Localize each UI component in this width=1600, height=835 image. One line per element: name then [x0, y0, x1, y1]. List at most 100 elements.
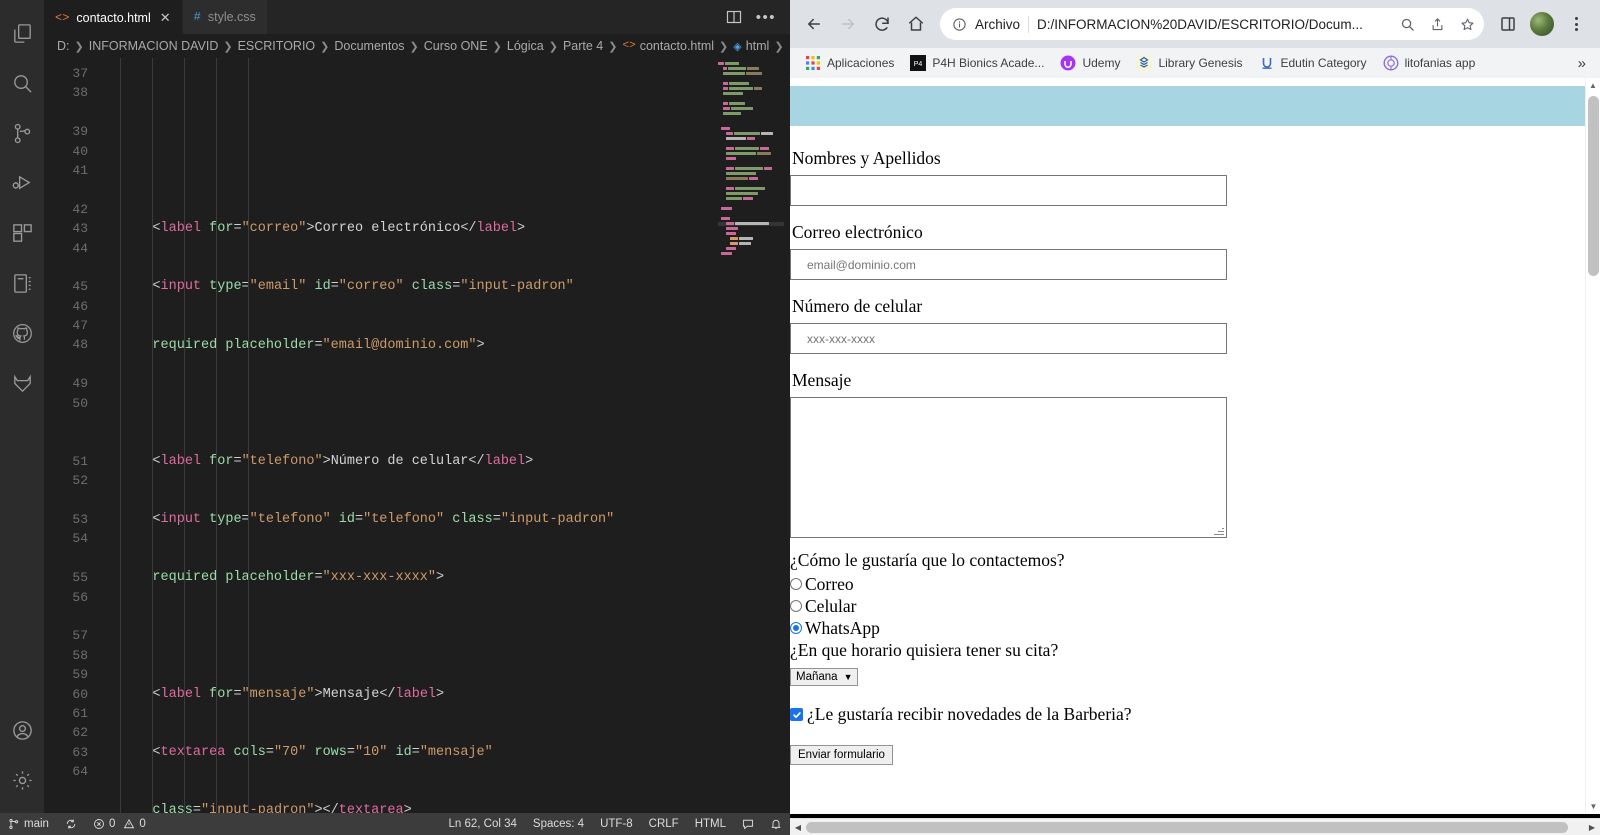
status-eol[interactable]: CRLF	[641, 813, 687, 835]
rendered-page: Nombres y Apellidos Correo electrónico e…	[790, 78, 1585, 814]
run-debug-icon[interactable]	[0, 158, 44, 208]
scroll-thumb[interactable]	[806, 821, 1569, 833]
notebook-icon[interactable]	[0, 258, 44, 308]
extensions-icon[interactable]	[0, 208, 44, 258]
checkbox-checked[interactable]	[790, 708, 803, 722]
status-sync[interactable]	[57, 813, 85, 835]
line-number: 39	[72, 124, 88, 140]
source-control-icon[interactable]	[0, 108, 44, 158]
bookmark-edutin-category[interactable]: Edutin Category	[1252, 52, 1374, 74]
resize-handle-icon[interactable]	[1213, 524, 1225, 536]
celular-input[interactable]: xxx-xxx-xxxx	[790, 323, 1227, 354]
tab-label: style.css	[207, 10, 256, 24]
star-icon[interactable]	[1456, 13, 1478, 35]
line-number: 54	[72, 531, 88, 547]
back-arrow-icon[interactable]	[798, 8, 830, 40]
user-avatar[interactable]	[1526, 8, 1558, 40]
close-icon[interactable]: ✕	[160, 10, 171, 26]
split-editor-icon[interactable]	[726, 9, 742, 25]
breadcrumb-item-parte-4[interactable]: Parte 4	[563, 39, 603, 53]
search-icon[interactable]	[0, 58, 44, 108]
status-encoding[interactable]: UTF-8	[592, 813, 641, 835]
info-circle-icon[interactable]	[952, 17, 967, 32]
breadcrumb-item-drive[interactable]: D:	[57, 39, 70, 53]
github-icon[interactable]	[0, 308, 44, 358]
radio-option-correo[interactable]: Correo	[790, 574, 1585, 594]
chevron-right-icon: ❯	[719, 40, 729, 53]
status-indentation[interactable]: Spaces: 4	[525, 813, 592, 835]
schedule-select[interactable]: Mañana ▼	[790, 668, 859, 687]
page-vertical-scrollbar[interactable]: ▲ ▼	[1585, 78, 1600, 814]
status-feedback[interactable]	[734, 813, 762, 835]
breadcrumb-item-contacto-html[interactable]: <> contacto.html	[622, 39, 714, 53]
code-content[interactable]: <label for="correo">Correo electrónico</…	[100, 58, 790, 813]
submit-button[interactable]: Enviar formulario	[790, 745, 893, 766]
settings-gear-icon[interactable]	[0, 755, 44, 805]
bookmarks-overflow-icon[interactable]: »	[1572, 55, 1592, 72]
home-icon[interactable]	[900, 8, 932, 40]
scroll-thumb[interactable]	[1588, 96, 1599, 276]
tab-contacto-html[interactable]: <> contacto.html ✕	[44, 0, 183, 34]
url-text[interactable]: D:/INFORMACION%20DAVID/ESCRITORIO/Docum.…	[1037, 17, 1388, 32]
account-icon[interactable]	[0, 705, 44, 755]
scroll-up-arrow-icon[interactable]: ▲	[1586, 78, 1600, 93]
screen: <> contacto.html ✕ # style.css ••• D: ❯ …	[0, 0, 1600, 835]
scroll-right-arrow-icon[interactable]: ▶	[1584, 823, 1600, 832]
radio-option-whatsapp[interactable]: WhatsApp	[790, 618, 1585, 638]
udemy-icon	[1060, 55, 1076, 71]
breadcrumb-item-escritorio[interactable]: ESCRITORIO	[238, 39, 316, 53]
search-zoom-icon[interactable]	[1396, 13, 1418, 35]
gitlab-icon[interactable]	[0, 358, 44, 408]
newsletter-checkbox-row[interactable]: ¿Le gustaría recibir novedades de la Bar…	[790, 704, 1585, 725]
page-horizontal-scrollbar[interactable]: ◀ ▶	[790, 818, 1600, 835]
scroll-left-arrow-icon[interactable]: ◀	[790, 823, 806, 832]
code-line: <label for="correo">Correo electrónico</…	[120, 221, 526, 237]
tab-style-css[interactable]: # style.css	[182, 0, 268, 34]
radio-button[interactable]	[790, 578, 802, 591]
mensaje-textarea[interactable]	[790, 397, 1227, 538]
nombres-input[interactable]	[790, 175, 1227, 206]
line-number: 37	[72, 66, 88, 81]
chevron-right-icon: ❯	[409, 40, 419, 53]
bookmark-library-genesis[interactable]: Library Genesis	[1129, 52, 1249, 74]
side-panel-icon[interactable]	[1492, 8, 1524, 40]
minimap[interactable]	[712, 58, 790, 813]
status-language-mode[interactable]: HTML	[687, 813, 734, 835]
bookmark-p4h-bionics[interactable]: P4 P4H Bionics Acade...	[903, 52, 1051, 74]
radio-option-celular[interactable]: Celular	[790, 596, 1585, 616]
branch-label: main	[24, 818, 49, 830]
chevron-right-icon: ❯	[548, 40, 558, 53]
bookmark-udemy[interactable]: Udemy	[1053, 52, 1127, 74]
code-editor-area[interactable]: 37 38 . 39 40 41 . 42 43 44 . 45 46 47	[44, 58, 790, 813]
status-cursor-position[interactable]: Ln 62, Col 34	[440, 813, 524, 835]
status-branch[interactable]: main	[0, 813, 57, 835]
breadcrumb-item-curso-one[interactable]: Curso ONE	[424, 39, 488, 53]
status-problems[interactable]: 0 0	[85, 813, 154, 835]
scroll-down-arrow-icon[interactable]: ▼	[1586, 799, 1600, 814]
tab-actions: •••	[711, 0, 790, 34]
breadcrumb-item-logica[interactable]: Lógica	[507, 39, 544, 53]
breadcrumb-item-informacion[interactable]: INFORMACION DAVID	[89, 39, 219, 53]
explorer-icon[interactable]	[0, 8, 44, 58]
line-number-wrap: .	[44, 491, 88, 510]
bookmark-aplicaciones[interactable]: Aplicaciones	[798, 52, 901, 74]
status-notifications[interactable]	[762, 813, 790, 835]
forward-arrow-icon[interactable]	[832, 8, 864, 40]
radio-button-selected[interactable]	[790, 622, 802, 635]
correo-input[interactable]: email@dominio.com	[790, 249, 1227, 280]
chevron-down-icon: ▼	[843, 672, 853, 683]
line-number: 41	[72, 162, 88, 178]
more-actions-icon[interactable]: •••	[756, 10, 776, 25]
address-bar[interactable]: Archivo D:/INFORMACION%20DAVID/ESCRITORI…	[940, 8, 1484, 40]
reload-icon[interactable]	[866, 8, 898, 40]
code-line: required placeholder="xxx-xxx-xxxx">	[120, 570, 445, 586]
bookmark-litofanias-app[interactable]: litofanias app	[1376, 52, 1483, 74]
scroll-track[interactable]	[806, 821, 1584, 833]
radio-button[interactable]	[790, 600, 802, 613]
line-number: 47	[72, 318, 88, 334]
kebab-menu-icon[interactable]	[1560, 8, 1592, 40]
field-label-celular: Número de celular	[792, 296, 923, 316]
breadcrumb-item-documentos[interactable]: Documentos	[334, 39, 404, 53]
share-icon[interactable]	[1426, 13, 1448, 35]
breadcrumb-item-html-tag[interactable]: ◈ html	[733, 39, 769, 53]
